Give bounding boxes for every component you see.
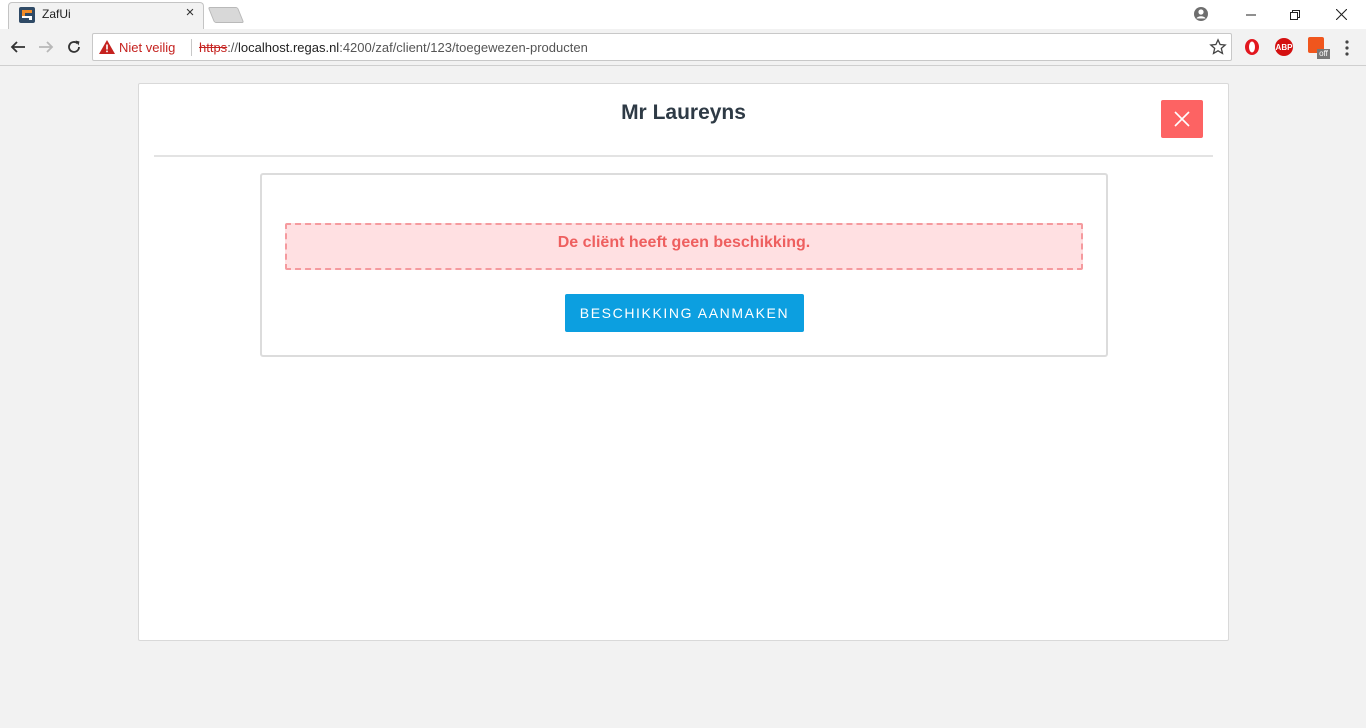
beschikking-card: De cliënt heeft geen beschikking. BESCHI…	[260, 173, 1108, 357]
new-tab-button[interactable]	[207, 7, 245, 23]
minimize-icon[interactable]	[1228, 0, 1274, 29]
url-scheme: https	[199, 40, 228, 55]
close-icon	[1174, 111, 1190, 127]
reload-icon[interactable]	[64, 37, 84, 57]
restore-icon[interactable]	[1272, 0, 1318, 29]
window-close-icon[interactable]	[1318, 0, 1364, 29]
warning-icon	[99, 40, 115, 54]
browser-toolbar: Niet veilig https://localhost.regas.nl:4…	[0, 29, 1366, 66]
bookmark-star-icon[interactable]	[1209, 38, 1227, 56]
back-arrow-icon[interactable]	[8, 37, 28, 57]
tab-close-icon[interactable]: ×	[182, 5, 198, 21]
tab-title: ZafUi	[42, 7, 71, 21]
profile-icon[interactable]	[1193, 6, 1209, 22]
close-button[interactable]	[1161, 100, 1203, 138]
url-text[interactable]: https://localhost.regas.nl:4200/zaf/clie…	[199, 40, 588, 55]
url-host: localhost.regas.nl	[238, 40, 340, 55]
create-beschikking-button[interactable]: BESCHIKKING AANMAKEN	[565, 294, 804, 332]
address-bar[interactable]: Niet veilig https://localhost.regas.nl:4…	[92, 33, 1232, 61]
extension-off-icon[interactable]: off	[1308, 37, 1330, 59]
header-divider	[154, 155, 1213, 157]
extension-off-badge: off	[1317, 49, 1330, 59]
browser-tab-strip: ZafUi ×	[0, 0, 1366, 29]
adblock-plus-icon[interactable]: ABP	[1275, 38, 1293, 56]
url-separator: ://	[227, 40, 239, 55]
client-panel: Mr Laureyns De cliënt heeft geen beschik…	[138, 83, 1229, 641]
url-path: :4200/zaf/client/123/toegewezen-producte…	[339, 40, 588, 55]
zafui-favicon-icon	[19, 7, 35, 23]
forward-arrow-icon[interactable]	[36, 37, 56, 57]
browser-tab[interactable]	[8, 2, 204, 29]
no-beschikking-alert: De cliënt heeft geen beschikking.	[285, 223, 1083, 270]
page-title: Mr Laureyns	[621, 101, 746, 124]
opera-extension-icon[interactable]	[1243, 38, 1261, 56]
browser-menu-icon[interactable]	[1343, 39, 1351, 57]
omnibox-divider	[191, 39, 192, 56]
security-status-label[interactable]: Niet veilig	[119, 40, 175, 55]
